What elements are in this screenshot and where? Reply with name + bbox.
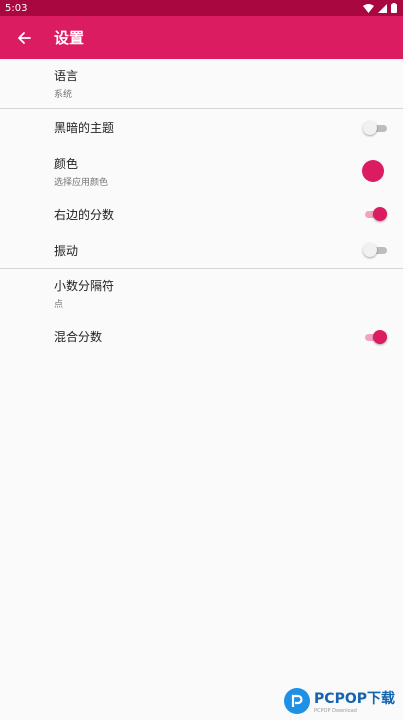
setting-language-value: 系统	[54, 90, 73, 100]
setting-dark-theme[interactable]: 黑暗的主题	[0, 109, 403, 146]
pcpop-logo-icon	[284, 688, 311, 714]
setting-mixed-fraction-title: 混合分数	[54, 330, 103, 344]
status-icons	[363, 3, 397, 13]
watermark: PCPOP下载 PCPOP Download	[284, 688, 395, 714]
setting-right-score[interactable]: 右边的分数	[0, 196, 403, 232]
watermark-text: PCPOP下载	[314, 691, 395, 707]
settings-list: 语言 系统 黑暗的主题 颜色 选择应用颜色 右边的分数 振动 小数分隔符 点 混…	[0, 59, 403, 355]
setting-decimal-separator[interactable]: 小数分隔符 点	[0, 269, 403, 318]
status-time: 5:03	[5, 2, 28, 14]
dark-theme-switch[interactable]	[363, 120, 387, 135]
setting-decimal-separator-value: 点	[54, 300, 64, 310]
back-button[interactable]	[0, 16, 48, 59]
setting-color-title: 颜色	[54, 156, 79, 171]
watermark-subtext: PCPOP Download	[314, 708, 357, 714]
setting-language[interactable]: 语言 系统	[0, 59, 403, 108]
setting-vibration[interactable]: 振动	[0, 232, 403, 268]
wifi-icon	[363, 3, 374, 13]
color-swatch[interactable]	[362, 160, 384, 182]
page-title: 设置	[54, 29, 85, 47]
setting-right-score-title: 右边的分数	[54, 207, 115, 222]
setting-color-subtitle: 选择应用颜色	[54, 177, 109, 188]
setting-language-title: 语言	[54, 69, 79, 83]
setting-vibration-title: 振动	[54, 243, 79, 258]
signal-icon	[378, 3, 387, 13]
setting-dark-theme-title: 黑暗的主题	[54, 121, 115, 135]
battery-icon	[391, 3, 397, 13]
arrow-left-icon	[18, 31, 31, 44]
status-bar: 5:03	[0, 0, 403, 16]
setting-mixed-fraction[interactable]: 混合分数	[0, 318, 403, 355]
setting-color[interactable]: 颜色 选择应用颜色	[0, 146, 403, 196]
vibration-switch[interactable]	[363, 243, 387, 257]
mixed-fraction-switch[interactable]	[365, 329, 387, 344]
app-bar: 设置	[0, 16, 403, 59]
right-score-switch[interactable]	[365, 207, 387, 221]
setting-decimal-separator-title: 小数分隔符	[54, 279, 115, 293]
